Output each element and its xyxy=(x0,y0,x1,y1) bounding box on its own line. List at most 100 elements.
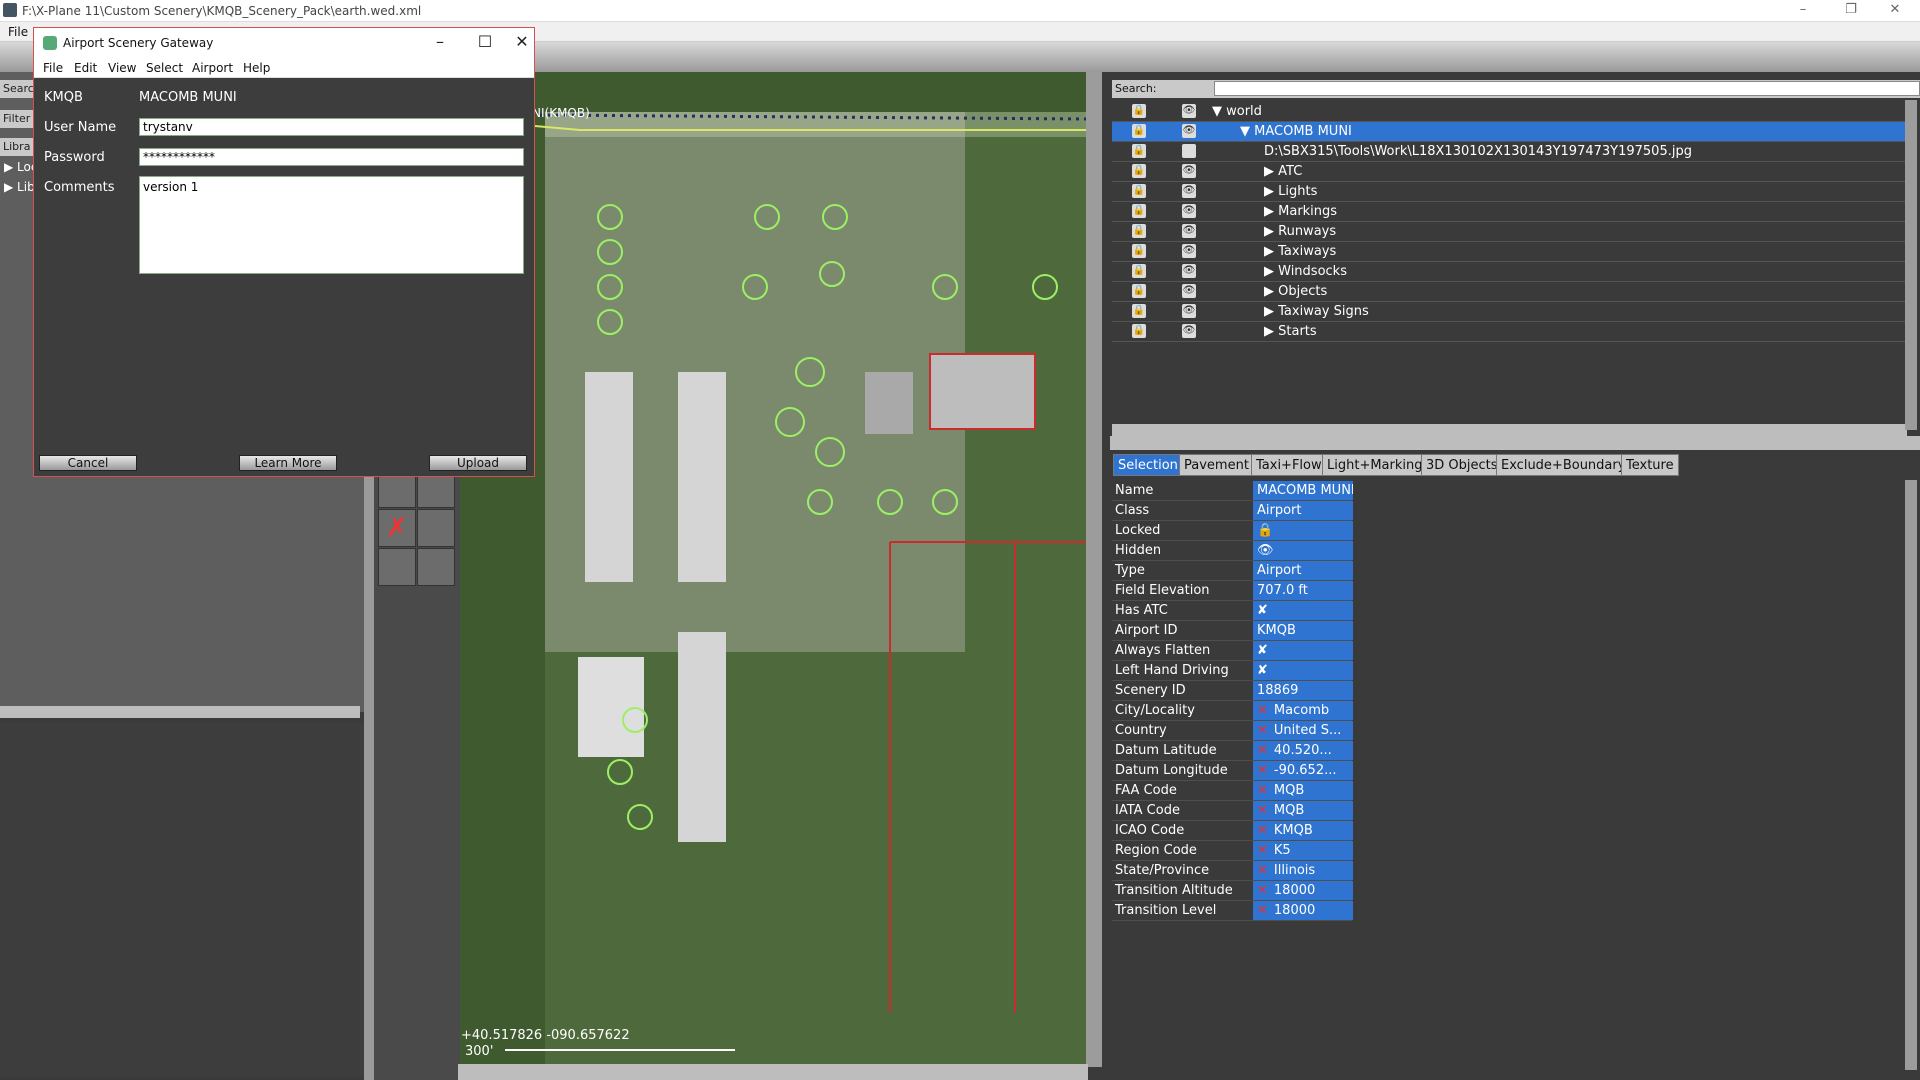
lock-icon[interactable]: 🔒 xyxy=(1132,184,1146,198)
property-value[interactable]: ✘ xyxy=(1253,641,1353,660)
tree-row[interactable]: 🔒 👁 ▶ Taxiway Signs xyxy=(1112,302,1907,322)
delete-value-icon[interactable]: ✕ xyxy=(1257,803,1268,818)
property-value[interactable]: ✕ -90.652... xyxy=(1253,761,1353,780)
lock-icon[interactable]: 🔒 xyxy=(1132,204,1146,218)
delete-value-icon[interactable]: ✕ xyxy=(1257,743,1268,758)
delete-value-icon[interactable]: ✕ xyxy=(1257,723,1268,738)
tab-light-marking[interactable]: Light+Marking xyxy=(1322,454,1428,476)
cancel-button[interactable]: Cancel xyxy=(39,455,137,471)
lock-icon[interactable]: 🔒 xyxy=(1132,104,1146,118)
delete-value-icon[interactable]: ✕ xyxy=(1257,763,1268,778)
tree-row[interactable]: 🔒 👁 ▶ Windsocks xyxy=(1112,262,1907,282)
dialog-maximize-icon[interactable]: ☐ xyxy=(465,32,505,54)
map-view[interactable]: NI(KMQB) xyxy=(460,72,1086,1067)
tab-selection[interactable]: Selection xyxy=(1113,454,1183,476)
property-value[interactable]: 707.0 ft xyxy=(1253,581,1353,600)
dialog-menu-edit[interactable]: Edit xyxy=(74,61,97,75)
map-vscrollbar[interactable] xyxy=(1086,72,1102,1067)
visibility-icon[interactable]: 👁 xyxy=(1182,224,1196,238)
hierarchy-search-input[interactable] xyxy=(1214,81,1920,96)
tree-vscrollbar[interactable] xyxy=(1905,100,1917,430)
tree-row[interactable]: 🔒 👁 ▼ world xyxy=(1112,102,1907,122)
library-filter-label[interactable]: Filter xyxy=(0,110,36,128)
property-value[interactable]: ✘ xyxy=(1253,601,1353,620)
delete-value-icon[interactable]: ✕ xyxy=(1257,823,1268,838)
lock-icon[interactable]: 🔒 xyxy=(1132,304,1146,318)
tree-hscrollbar[interactable] xyxy=(1112,424,1907,436)
upload-button[interactable]: Upload xyxy=(429,455,527,471)
close-icon[interactable]: ✕ xyxy=(1878,2,1912,20)
property-value[interactable]: ✘ xyxy=(1253,661,1353,680)
property-value[interactable]: ✕ Illinois xyxy=(1253,861,1353,880)
property-value[interactable]: 🔒 xyxy=(1253,521,1353,540)
property-value[interactable]: ✕ 40.520... xyxy=(1253,741,1353,760)
tree-row[interactable]: 🔒 👁 ▶ Objects xyxy=(1112,282,1907,302)
dialog-minimize-icon[interactable]: – xyxy=(420,32,460,54)
lock-icon[interactable]: 🔒 xyxy=(1132,164,1146,178)
tree-row[interactable]: 🔒 👁 ▶ Lights xyxy=(1112,182,1907,202)
property-vscrollbar[interactable] xyxy=(1905,480,1917,1070)
visibility-icon[interactable]: 👁 xyxy=(1182,244,1196,258)
panel-splitter[interactable] xyxy=(1110,436,1920,450)
delete-value-icon[interactable]: ✕ xyxy=(1257,703,1268,718)
property-value[interactable]: Airport xyxy=(1253,501,1353,520)
property-value[interactable]: ✕ K5 xyxy=(1253,841,1353,860)
tree-row[interactable]: 🔒 👁 ▶ Runways xyxy=(1112,222,1907,242)
lock-icon[interactable]: 🔒 xyxy=(1132,144,1146,158)
tab-pavement[interactable]: Pavement xyxy=(1179,454,1254,476)
learn-more-button[interactable]: Learn More xyxy=(239,455,337,471)
visibility-icon[interactable]: 👁 xyxy=(1182,164,1196,178)
dialog-menu-airport[interactable]: Airport xyxy=(192,61,233,75)
lock-icon[interactable]: 🔒 xyxy=(1132,224,1146,238)
dialog-close-icon[interactable]: ✕ xyxy=(510,32,534,54)
minimize-icon[interactable]: – xyxy=(1786,2,1820,20)
delete-value-icon[interactable]: ✕ xyxy=(1257,903,1268,918)
dialog-menu-view[interactable]: View xyxy=(108,61,136,75)
visibility-icon[interactable]: 👁 xyxy=(1182,204,1196,218)
username-input[interactable]: trystanv xyxy=(139,118,524,136)
visibility-icon[interactable]: 👁 xyxy=(1182,324,1196,338)
tool-truck-icon[interactable] xyxy=(378,548,416,586)
property-value[interactable]: ✕ MQB xyxy=(1253,801,1353,820)
lock-icon[interactable]: 🔒 xyxy=(1132,264,1146,278)
visibility-icon[interactable]: 👁 xyxy=(1182,124,1196,138)
tab-texture[interactable]: Texture xyxy=(1621,454,1679,476)
dialog-menu-help[interactable]: Help xyxy=(243,61,270,75)
tree-row[interactable]: 🔒 👁 ▶ Starts xyxy=(1112,322,1907,342)
lock-icon[interactable]: 🔒 xyxy=(1132,284,1146,298)
delete-value-icon[interactable]: ✕ xyxy=(1257,783,1268,798)
tree-row[interactable]: 🔒 👁 ▶ ATC xyxy=(1112,162,1907,182)
map-canvas[interactable]: NI(KMQB) xyxy=(460,72,1086,1067)
delete-value-icon[interactable]: ✕ xyxy=(1257,883,1268,898)
property-value[interactable]: ✕ 18000 xyxy=(1253,881,1353,900)
restore-icon[interactable]: ❐ xyxy=(1834,2,1868,20)
lock-icon[interactable]: 🔒 xyxy=(1132,244,1146,258)
delete-value-icon[interactable]: ✕ xyxy=(1257,863,1268,878)
password-input[interactable]: ************ xyxy=(139,148,524,166)
tree-row[interactable]: 🔒 D:\SBX315\Tools\Work\L18X130102X130143Y… xyxy=(1112,142,1907,162)
tool-blank-icon[interactable] xyxy=(417,509,455,547)
lock-icon[interactable]: 🔒 xyxy=(1132,124,1146,138)
visibility-icon[interactable]: 👁 xyxy=(1182,104,1196,118)
visibility-icon[interactable]: 👁 xyxy=(1182,264,1196,278)
property-value[interactable]: Airport xyxy=(1253,561,1353,580)
property-value[interactable]: ✕ United S... xyxy=(1253,721,1353,740)
map-hscrollbar[interactable] xyxy=(458,1064,1088,1080)
property-value[interactable]: 👁 xyxy=(1253,541,1353,560)
library-search-label[interactable]: Search xyxy=(0,80,36,98)
visibility-icon[interactable]: 👁 xyxy=(1182,304,1196,318)
dialog-menu-file[interactable]: File xyxy=(43,61,63,75)
tree-row[interactable]: 🔒 👁 ▶ Markings xyxy=(1112,202,1907,222)
tool-exclusion-icon[interactable]: ✗ xyxy=(378,509,416,547)
lock-icon[interactable]: 🔒 xyxy=(1132,324,1146,338)
tab-taxi-flow[interactable]: Taxi+Flow xyxy=(1251,454,1327,476)
library-item-lib[interactable]: ▶ Lib xyxy=(4,180,35,194)
library-hscrollbar[interactable] xyxy=(0,706,360,718)
visibility-icon[interactable] xyxy=(1182,144,1196,158)
dialog-menu-select[interactable]: Select xyxy=(146,61,183,75)
property-value[interactable]: ✕ MQB xyxy=(1253,781,1353,800)
property-value[interactable]: 18869 xyxy=(1253,681,1353,700)
visibility-icon[interactable]: 👁 xyxy=(1182,184,1196,198)
tab-exclude-boundary[interactable]: Exclude+Boundary xyxy=(1496,454,1631,476)
property-value[interactable]: MACOMB MUNI xyxy=(1253,481,1353,500)
